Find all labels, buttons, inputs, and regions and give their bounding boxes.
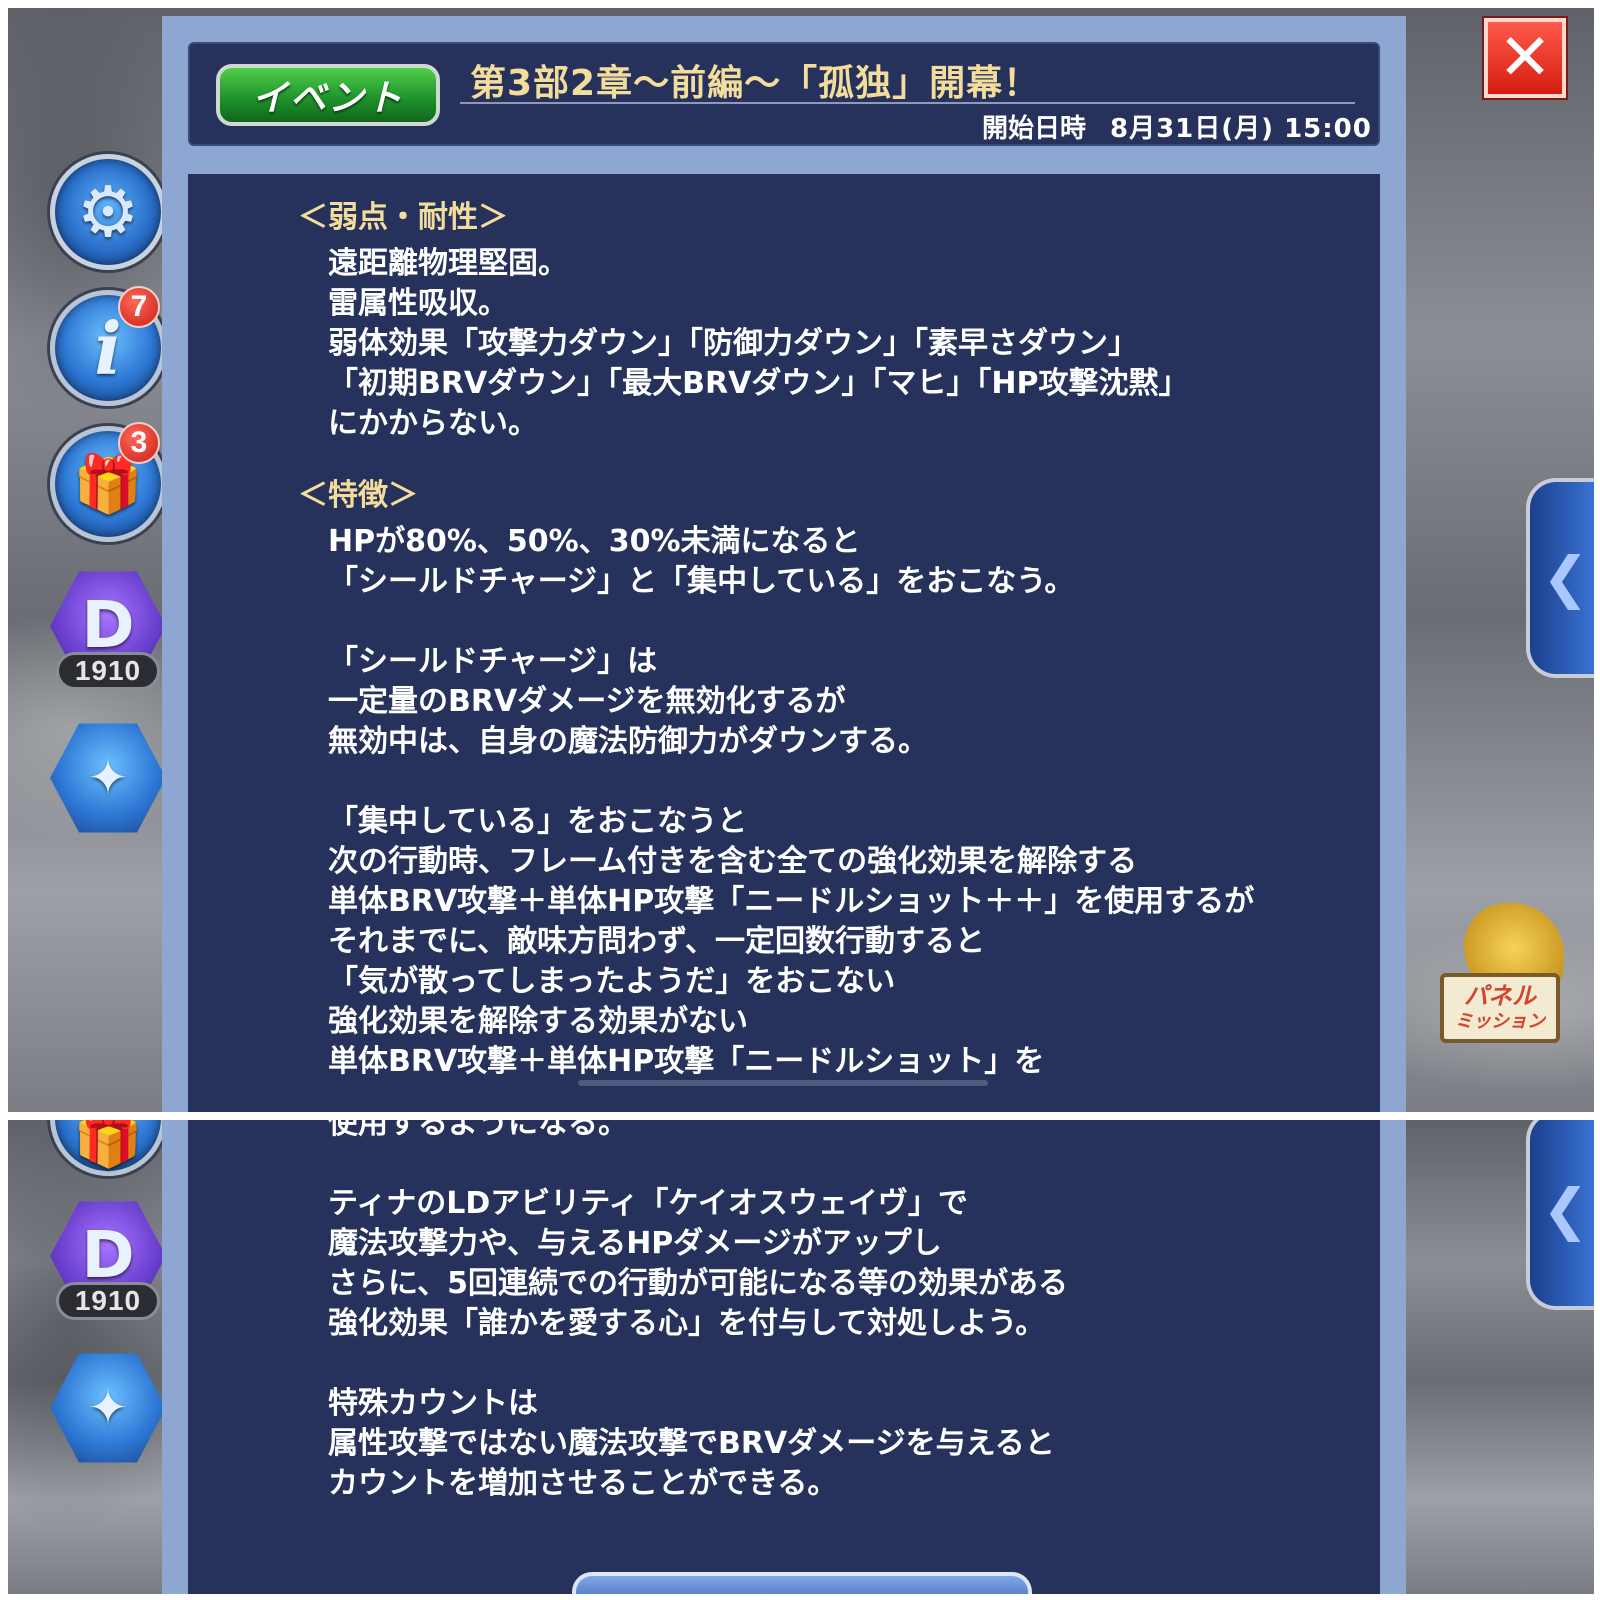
dialog-header: イベント 第3部2章～前編～「孤独」開幕！ 開始日時 8月31日(月) 15:0…	[188, 42, 1380, 146]
close-button[interactable]: ✕	[1484, 18, 1566, 98]
start-date: 8月31日(月) 15:00	[1110, 114, 1372, 144]
scroll-indicator[interactable]	[578, 1080, 988, 1086]
text-line: HPが80%、50%、30%未満になると	[328, 524, 861, 559]
gift-button[interactable]: 🎁	[50, 1120, 166, 1176]
gift-icon: 🎁	[73, 1120, 143, 1171]
event-dialog: イベント 第3部2章～前編～「孤独」開幕！ 開始日時 8月31日(月) 15:0…	[162, 16, 1406, 1112]
text-line: 属性攻撃ではない魔法攻撃でBRVダメージを与えると	[328, 1426, 1055, 1461]
text-line: 次の行動時、フレーム付きを含む全ての強化効果を解除する	[328, 844, 1138, 879]
text-line: 「初期BRVダウン」「最大BRVダウン」「マヒ」「HP攻撃沈黙」	[328, 366, 1189, 401]
dialog-content[interactable]: ＜弱点・耐性＞ 遠距離物理堅固。 雷属性吸収。 弱体効果「攻撃力ダウン」「防御力…	[188, 174, 1380, 1112]
section-heading-features: ＜特徴＞	[298, 478, 418, 513]
text-line: それまでに、敵味方問わず、一定回数行動すると	[328, 924, 985, 959]
mission-label-2: ミッション	[1455, 1011, 1545, 1032]
text-line: 「シールドチャージ」と「集中している」をおこなう。	[328, 564, 1075, 599]
event-dialog: 使用するようになる。 ティナのLDアビリティ「ケイオスウェイヴ」で 魔法攻撃力や…	[162, 1120, 1406, 1594]
panel-mission-button[interactable]: パネル ミッション	[1440, 903, 1570, 1063]
section-heading-weakness: ＜弱点・耐性＞	[298, 200, 508, 235]
text-line: 強化効果「誰かを愛する心」を付与して対処しよう。	[328, 1306, 1046, 1341]
right-panel-tab[interactable]: ❮	[1526, 478, 1594, 678]
chevron-left-icon: ❮	[1542, 1177, 1589, 1243]
text-line: カウントを増加させることができる。	[328, 1466, 838, 1501]
screenshot-top: ⚙ i 7 🎁 3 D 1910 ✦ ❮ パネル ミッション ✕ イベント 第3…	[8, 8, 1594, 1112]
settings-button[interactable]: ⚙	[50, 154, 166, 270]
text-line: 雷属性吸収。	[328, 286, 508, 321]
dialog-bottom-button[interactable]	[572, 1572, 1032, 1594]
text-line: 単体BRV攻撃＋単体HP攻撃「ニードルショット＋＋」を使用するが	[328, 884, 1255, 919]
text-line: 単体BRV攻撃＋単体HP攻撃「ニードルショット」を	[328, 1044, 1045, 1079]
start-label: 開始日時	[982, 114, 1087, 144]
text-line: 無効中は、自身の魔法防御力がダウンする。	[328, 724, 928, 759]
mission-label-1: パネル	[1464, 982, 1536, 1010]
text-line: 強化効果を解除する効果がない	[328, 1004, 748, 1039]
text-line: 特殊カウントは	[328, 1386, 538, 1421]
text-line: 「気が散ってしまったようだ」をおこない	[328, 964, 896, 999]
gift-notification-badge: 3	[118, 422, 160, 464]
title-divider	[460, 102, 1355, 104]
right-panel-tab[interactable]: ❮	[1526, 1120, 1594, 1310]
info-notification-badge: 7	[118, 286, 160, 328]
dimension-counter: 1910	[56, 1282, 160, 1320]
panel-mission-sign: パネル ミッション	[1440, 973, 1560, 1043]
text-line: にかからない。	[328, 406, 538, 441]
text-line: 魔法攻撃力や、与えるHPダメージがアップし	[328, 1226, 942, 1261]
text-line: 遠距離物理堅固。	[328, 246, 568, 281]
text-line: 一定量のBRVダメージを無効化するが	[328, 684, 846, 719]
gear-icon: ⚙	[76, 171, 140, 253]
dialog-content[interactable]: 使用するようになる。 ティナのLDアビリティ「ケイオスウェイヴ」で 魔法攻撃力や…	[188, 1120, 1380, 1594]
text-line: 「シールドチャージ」は	[328, 644, 658, 679]
dimension-counter: 1910	[56, 652, 160, 690]
text-line: さらに、5回連続での行動が可能になる等の効果がある	[328, 1266, 1068, 1301]
event-badge: イベント	[216, 64, 440, 126]
screenshot-bottom: 🎁 D 1910 ✦ ❮ 使用するようになる。 ティナのLDアビリティ「ケイオス…	[8, 1120, 1594, 1594]
text-line: ティナのLDアビリティ「ケイオスウェイヴ」で	[328, 1186, 968, 1221]
event-title: 第3部2章～前編～「孤独」開幕！	[470, 63, 1041, 104]
chevron-left-icon: ❮	[1542, 545, 1589, 611]
text-line: 「集中している」をおこなうと	[328, 804, 748, 839]
text-line: 使用するようになる。	[328, 1120, 628, 1141]
text-line: 弱体効果「攻撃力ダウン」「防御力ダウン」「素早さダウン」	[328, 326, 1138, 361]
